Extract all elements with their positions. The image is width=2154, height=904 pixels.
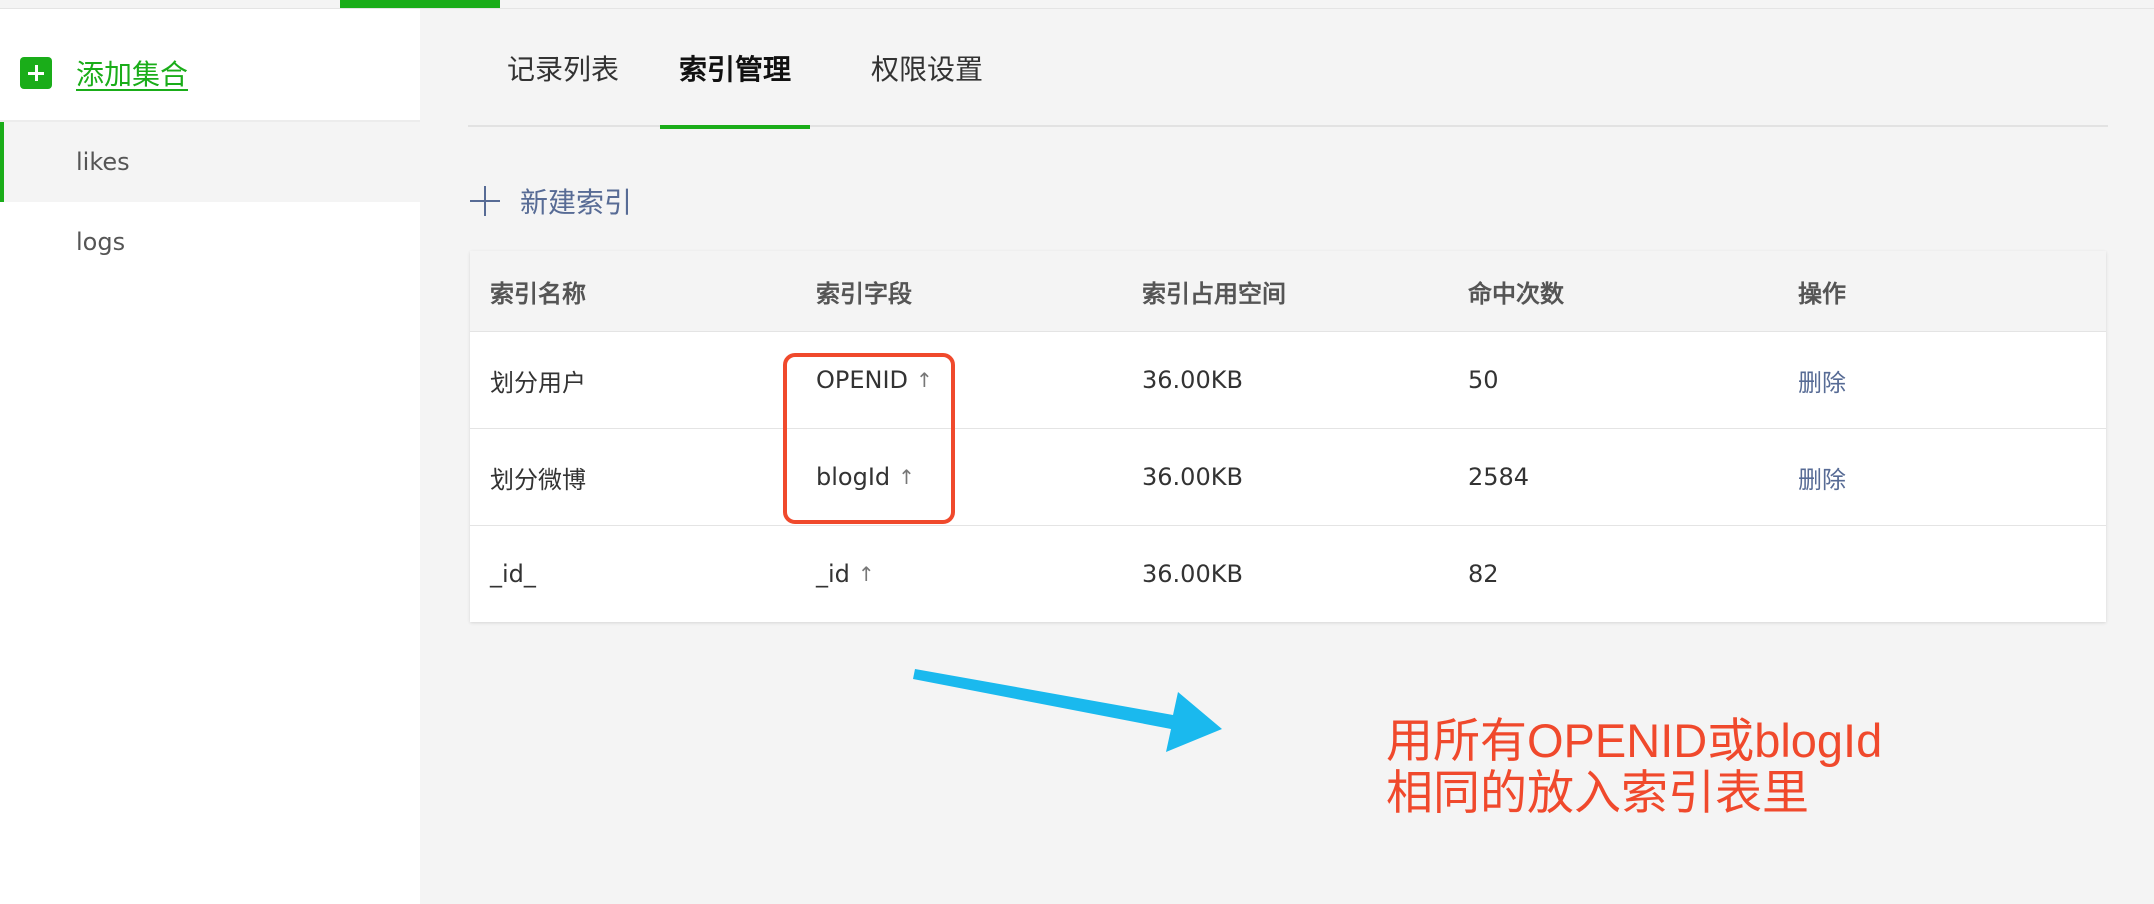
annotation-line-1: 用所有OPENID或blogId bbox=[1386, 714, 1883, 767]
annotation-arrow-shape bbox=[913, 669, 1222, 752]
annotation-text: 用所有OPENID或blogId 相同的放入索引表里 bbox=[1386, 715, 1882, 819]
annotation-line-2: 相同的放入索引表里 bbox=[1386, 766, 1809, 819]
